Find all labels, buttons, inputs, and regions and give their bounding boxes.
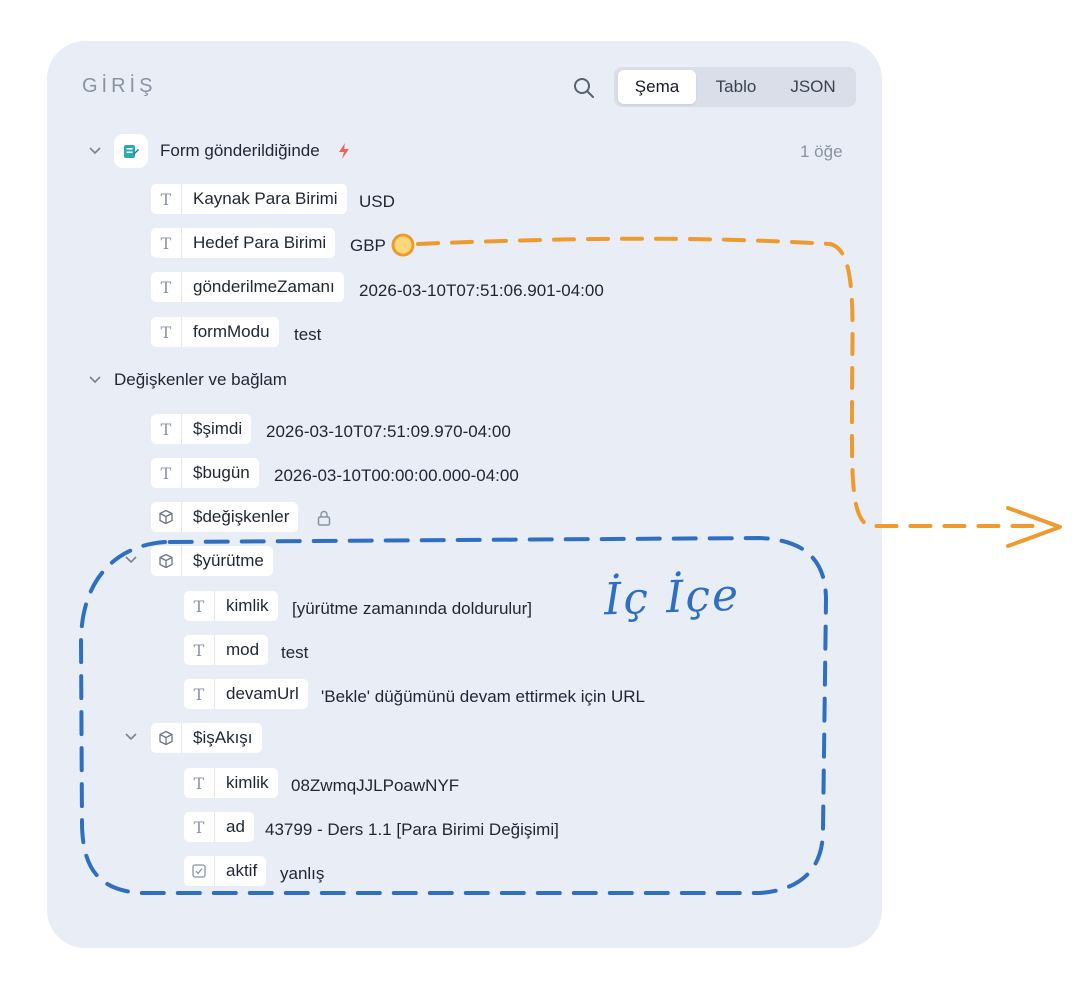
orange-dashed-arrow [416, 236, 1042, 528]
highlight-dot [391, 233, 415, 257]
annotation-label: İç İçe [603, 569, 741, 626]
annotation-overlay [78, 233, 1062, 895]
